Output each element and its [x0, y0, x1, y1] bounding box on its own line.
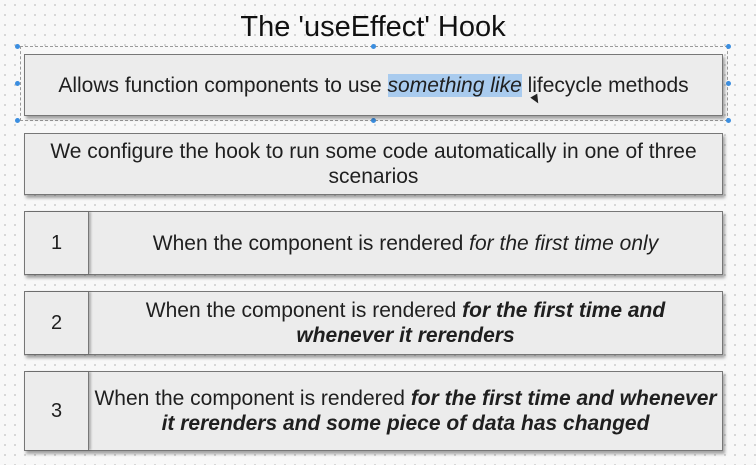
scenario-row-1: 1 When the component is rendered for the…	[24, 211, 723, 275]
scenario-emphasis-text: for the first time only	[469, 231, 659, 255]
page-title: The 'useEffect' Hook	[240, 11, 506, 43]
selection-handle[interactable]	[15, 44, 20, 49]
selection-handle[interactable]	[726, 81, 731, 86]
summary-text-after: lifecycle methods	[521, 73, 689, 97]
intro-text: We configure the hook to run some code a…	[50, 140, 697, 188]
intro-box: We configure the hook to run some code a…	[24, 133, 723, 195]
summary-text: Allows function components to use someth…	[58, 73, 689, 98]
selection-handle[interactable]	[15, 118, 20, 123]
scenario-text: When the component is rendered for the f…	[89, 372, 722, 450]
selection-handle[interactable]	[726, 44, 731, 49]
summary-highlighted-text: something like	[387, 73, 522, 97]
selection-handle[interactable]	[371, 44, 376, 49]
scenario-number: 2	[25, 292, 89, 354]
summary-text-before: Allows function components to use	[58, 73, 388, 97]
scenario-row-2: 2 When the component is rendered for the…	[24, 291, 723, 355]
scenario-number: 3	[25, 372, 89, 450]
scenario-number: 1	[25, 212, 89, 274]
scenario-plain-text: When the component is rendered	[94, 387, 411, 410]
summary-box[interactable]: Allows function components to use someth…	[24, 54, 723, 116]
selection-handle[interactable]	[15, 81, 20, 86]
selection-handle[interactable]	[726, 118, 731, 123]
scenario-row-3: 3 When the component is rendered for the…	[24, 371, 723, 451]
scenario-plain-text: When the component is rendered	[145, 299, 463, 322]
scenario-text: When the component is rendered for the f…	[89, 292, 722, 354]
scenario-plain-text: When the component is rendered	[152, 231, 470, 255]
selection-handle[interactable]	[371, 118, 376, 123]
scenario-text: When the component is rendered for the f…	[89, 212, 722, 274]
